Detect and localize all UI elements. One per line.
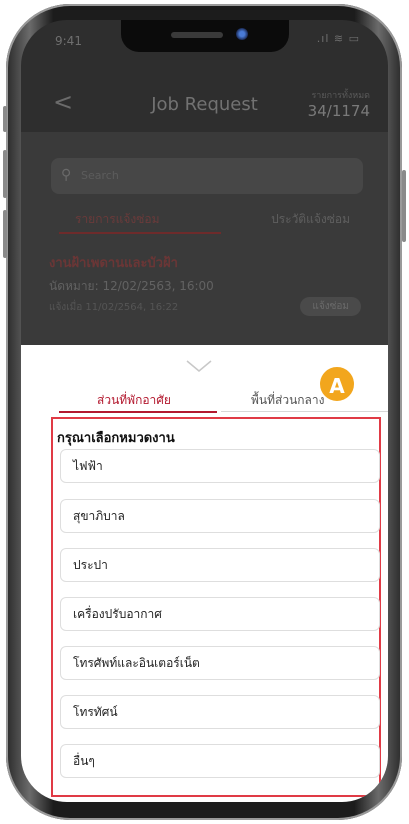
list-item[interactable]: งานฝ้าเพดานและบัวฝ้า นัดหมาย: 12/02/2563… (49, 252, 363, 316)
search-icon: ⚲ (61, 167, 72, 183)
category-option-other[interactable]: อื่นๆ (60, 744, 380, 778)
app-header: < Job Request รายการทั้งหมด 34/1174 (21, 56, 388, 132)
screen: 9:41 .ıl ≋ ▭ < Job Request รายการทั้งหมด… (21, 20, 388, 802)
tab-repair-list[interactable]: รายการแจ้งซ่อม (75, 210, 160, 229)
card-appointment: นัดหมาย: 12/02/2563, 16:00 (49, 279, 214, 293)
tab-divider (221, 411, 388, 412)
notch (121, 20, 289, 52)
tab-common-area[interactable]: พื้นที่ส่วนกลาง (251, 391, 325, 410)
power-button (402, 170, 406, 242)
card-title: งานฝ้าเพดานและบัวฝ้า (49, 256, 178, 271)
mute-switch (3, 106, 7, 132)
chevron-down-icon[interactable] (185, 359, 213, 373)
category-option-phone-internet[interactable]: โทรศัพท์และอินเตอร์เน็ต (60, 646, 380, 680)
count-label: รายการทั้งหมด (311, 91, 370, 101)
active-tab-indicator (59, 411, 217, 413)
annotation-marker: A (318, 365, 356, 403)
status-badge: แจ้งซ่อม (300, 297, 361, 316)
section-title: กรุณาเลือกหมวดงาน (57, 431, 175, 446)
camera-icon (236, 28, 248, 40)
search-placeholder: Search (81, 169, 119, 182)
category-bottom-sheet: ส่วนที่พักอาศัย พื้นที่ส่วนกลาง A กรุณาเ… (21, 345, 388, 802)
category-option-air-conditioner[interactable]: เครื่องปรับอากาศ (60, 597, 380, 631)
signal-wifi-battery-icon: .ıl ≋ ▭ (316, 32, 360, 45)
category-option-television[interactable]: โทรทัศน์ (60, 695, 380, 729)
speaker-grill (171, 32, 223, 38)
category-option-electric[interactable]: ไฟฟ้า (60, 449, 380, 483)
request-count: 34/1174 (307, 102, 370, 120)
category-option-sanitary[interactable]: สุขาภิบาล (60, 499, 380, 533)
volume-down-button (3, 210, 7, 258)
tab-repair-history[interactable]: ประวัติแจ้งซ่อม (271, 210, 350, 229)
volume-up-button (3, 150, 7, 198)
status-time: 9:41 (55, 34, 82, 48)
search-input[interactable]: ⚲ Search (51, 158, 363, 194)
category-option-plumbing[interactable]: ประปา (60, 548, 380, 582)
tab-residence[interactable]: ส่วนที่พักอาศัย (97, 391, 171, 410)
tab-indicator (59, 232, 221, 234)
